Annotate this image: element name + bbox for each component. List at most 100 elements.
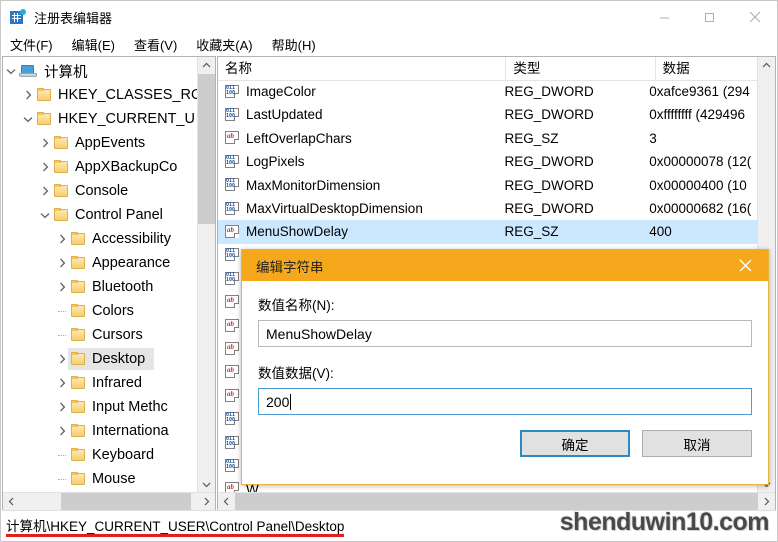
chevron-right-icon[interactable]	[54, 419, 70, 443]
menu-view[interactable]: 查看(V)	[134, 34, 187, 56]
tree-item-hkey-classes-ro[interactable]: HKEY_CLASSES_RO	[3, 83, 198, 107]
chevron-right-icon[interactable]	[54, 227, 70, 251]
tree-item-label: Cursors	[92, 327, 143, 343]
tree-item-desktop[interactable]: Desktop	[3, 347, 198, 371]
tree-item-internationa[interactable]: Internationa	[3, 419, 198, 443]
folder-icon	[70, 352, 87, 366]
edit-string-dialog: 编辑字符串 数值名称(N): MenuShowDelay 数值数据(V): 20…	[241, 249, 769, 485]
menu-favorites[interactable]: 收藏夹(A)	[196, 34, 262, 56]
value-name-text: LogPixels	[246, 154, 305, 170]
scroll-up-icon[interactable]	[198, 57, 215, 74]
tree-item-appevents[interactable]: AppEvents	[3, 131, 198, 155]
tree-item-colors[interactable]: Colors	[3, 299, 198, 323]
chevron-right-icon[interactable]	[37, 179, 53, 203]
chevron-right-icon[interactable]	[37, 155, 53, 179]
column-header-name[interactable]: 名称	[218, 57, 507, 80]
cancel-button[interactable]: 取消	[642, 430, 752, 457]
tree-item-label: Accessibility	[92, 231, 171, 247]
tree-item-label: Desktop	[92, 351, 146, 367]
tree-hscroll-thumb[interactable]	[61, 493, 191, 510]
scroll-left-icon[interactable]	[3, 493, 20, 510]
status-bar: 计算机\HKEY_CURRENT_USER\Control Panel\Desk…	[2, 510, 776, 540]
registry-tree[interactable]: 计算机 HKEY_CLASSES_RO HKEY_CURRENT_U AppEvent…	[3, 57, 198, 493]
tree-item-appxbackupco[interactable]: AppXBackupCo	[3, 155, 198, 179]
value-data-cell: 400	[649, 224, 672, 240]
tree-item-label: HKEY_CLASSES_RO	[58, 87, 198, 103]
list-scroll-right-icon[interactable]	[758, 493, 775, 510]
registry-editor-window: 注册表编辑器 文件(F) 编辑(E) 查看(V) 收藏夹(A) 帮助(H) 计算…	[0, 0, 778, 542]
menu-file[interactable]: 文件(F)	[10, 34, 63, 56]
chevron-down-icon[interactable]	[20, 107, 36, 131]
string-value-icon: ab	[225, 131, 241, 145]
chevron-right-icon[interactable]	[37, 131, 53, 155]
list-scroll-up-icon[interactable]	[758, 57, 775, 74]
value-data-input[interactable]: 200	[258, 388, 752, 415]
string-value-icon: ab	[225, 341, 241, 356]
folder-icon	[70, 424, 87, 438]
column-header-type[interactable]: 类型	[506, 57, 656, 80]
tree-item-accessibility[interactable]: Accessibility	[3, 227, 198, 251]
chevron-down-icon[interactable]	[37, 203, 53, 227]
scroll-right-icon[interactable]	[198, 493, 215, 510]
tree-item-hkey-current-u[interactable]: HKEY_CURRENT_U	[3, 107, 198, 131]
value-name-text: LastUpdated	[246, 107, 323, 123]
ok-button[interactable]: 确定	[520, 430, 630, 457]
folder-icon	[53, 160, 70, 174]
value-name-input[interactable]: MenuShowDelay	[258, 320, 752, 347]
menu-edit[interactable]: 编辑(E)	[72, 34, 125, 56]
tree-item-control-panel[interactable]: Control Panel	[3, 203, 198, 227]
tree-item-cursors[interactable]: Cursors	[3, 323, 198, 347]
chevron-right-icon[interactable]	[54, 275, 70, 299]
dialog-title: 编辑字符串	[256, 259, 324, 275]
maximize-button[interactable]	[687, 1, 732, 33]
tree-scroll-thumb[interactable]	[198, 74, 215, 224]
chevron-down-icon[interactable]	[3, 59, 19, 83]
menu-help[interactable]: 帮助(H)	[272, 34, 326, 56]
tree-item-input-methc[interactable]: Input Methc	[3, 395, 198, 419]
tree-item-console[interactable]: Console	[3, 179, 198, 203]
registry-value-row[interactable]: 011 100 MaxVirtualDesktopDimension REG_DWOR…	[218, 197, 758, 220]
value-type-cell: REG_DWORD	[504, 177, 594, 193]
chevron-right-icon[interactable]	[20, 83, 36, 107]
text-caret	[290, 393, 292, 410]
list-horizontal-scrollbar[interactable]	[218, 492, 775, 510]
tree-item-label: Console	[75, 183, 129, 199]
registry-value-row[interactable]: 011 100 ImageColor REG_DWORD 0xafce9361 (294	[218, 80, 758, 103]
registry-value-row[interactable]: 011 100 LastUpdated REG_DWORD 0xffffffff (42…	[218, 103, 758, 126]
close-button[interactable]	[732, 1, 777, 33]
tree-horizontal-scrollbar[interactable]	[3, 492, 215, 510]
tree-item-appearance[interactable]: Appearance	[3, 251, 198, 275]
string-value-icon: ab	[225, 295, 241, 309]
chevron-right-icon[interactable]	[54, 395, 70, 419]
tree-leaf-connector	[54, 323, 70, 347]
tree-item-keyboard[interactable]: Keyboard	[3, 443, 198, 467]
registry-value-row[interactable]: 011 100 MaxMonitorDimension REG_DWORD 0x0000…	[218, 174, 758, 197]
chevron-right-icon[interactable]	[54, 371, 70, 395]
value-name-text: LeftOverlapChars	[246, 130, 352, 146]
dword-value-icon: 011 100	[225, 271, 241, 286]
tree-vertical-scrollbar[interactable]	[197, 57, 215, 493]
minimize-button[interactable]	[642, 1, 687, 33]
folder-icon	[70, 472, 87, 486]
tree-item-label: Appearance	[92, 255, 171, 271]
folder-icon	[70, 232, 87, 246]
chevron-right-icon[interactable]	[54, 251, 70, 275]
string-value-icon: ab	[225, 225, 241, 239]
tree-item-mouse[interactable]: Mouse	[3, 467, 198, 491]
folder-icon	[70, 256, 87, 270]
list-scroll-left-icon[interactable]	[218, 493, 235, 510]
registry-value-row[interactable]: ab LeftOverlapChars REG_SZ 3	[218, 127, 758, 150]
tree-item-bluetooth[interactable]: Bluetooth	[3, 275, 198, 299]
tree-item-[interactable]: 计算机	[3, 59, 198, 83]
chevron-right-icon[interactable]	[54, 347, 70, 371]
dword-value-icon: 011 100	[225, 84, 241, 99]
registry-value-row[interactable]: ab MenuShowDelay REG_SZ 400	[218, 220, 758, 244]
tree-item-label: Infrared	[92, 375, 142, 391]
value-name-text: MaxMonitorDimension	[246, 177, 381, 193]
menu-bar: 文件(F) 编辑(E) 查看(V) 收藏夹(A) 帮助(H)	[1, 33, 777, 56]
dialog-close-icon[interactable]	[723, 250, 768, 281]
registry-value-row[interactable]: 011 100 LogPixels REG_DWORD 0x00000078 (12(	[218, 150, 758, 173]
tree-item-infrared[interactable]: Infrared	[3, 371, 198, 395]
list-hscroll-thumb[interactable]	[235, 493, 758, 510]
scroll-down-icon[interactable]	[198, 476, 215, 493]
